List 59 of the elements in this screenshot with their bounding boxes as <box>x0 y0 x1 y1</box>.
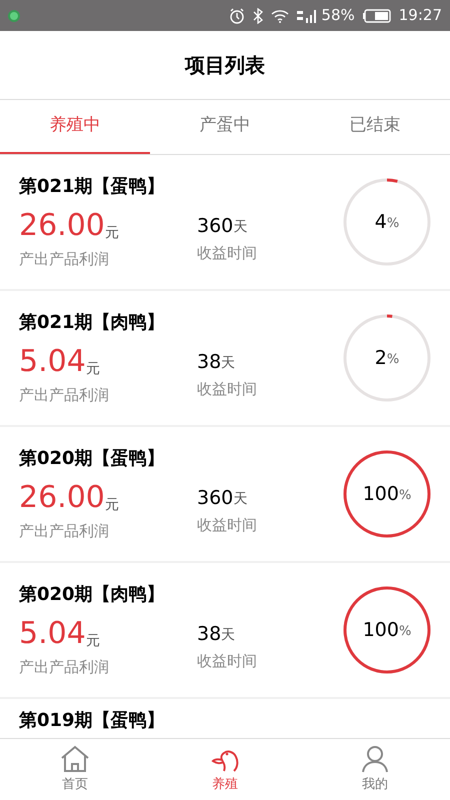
profit-label: 产出产品利润 <box>19 521 109 542</box>
unit-label: 天 <box>233 490 248 510</box>
profit-label: 产出产品利润 <box>19 385 109 406</box>
period-label: 收益时间 <box>197 515 257 536</box>
wifi-icon <box>271 8 290 22</box>
tab[interactable]: 养殖中 <box>0 100 150 154</box>
notification-icon <box>8 10 20 22</box>
battery-percent: 58% <box>321 5 355 26</box>
project-title: 第020期【肉鸭】 <box>19 583 165 608</box>
period-value: 38 <box>197 622 222 648</box>
period-value: 360 <box>197 214 234 240</box>
progress-value: 4 <box>374 210 387 235</box>
unit-label: 元 <box>86 632 100 652</box>
tab[interactable]: 产蛋中 <box>150 100 300 154</box>
progress-value: 100 <box>362 482 399 507</box>
unit-label: 天 <box>233 218 248 238</box>
progress-value: 100 <box>362 618 399 643</box>
period-label: 收益时间 <box>197 379 257 400</box>
clock: 19:27 <box>398 5 442 26</box>
project-title: 第019期【蛋鸭】 <box>19 709 165 733</box>
unit-label: 天 <box>221 626 236 646</box>
alarm-icon <box>229 8 246 24</box>
period-label: 收益时间 <box>197 651 257 672</box>
profit-value: 26.00 <box>19 479 105 518</box>
profit-value: 5.04 <box>19 615 86 654</box>
project-card[interactable]: 第021期【蛋鸭】 26.00元 产出产品利润 360天 收益时间 4% <box>0 155 450 291</box>
signal-icon <box>297 8 318 22</box>
project-title: 第020期【蛋鸭】 <box>19 447 165 472</box>
profit-label: 产出产品利润 <box>19 657 109 678</box>
percent-sign: % <box>386 215 400 234</box>
home-icon <box>60 744 90 773</box>
progress-value: 2 <box>374 346 387 371</box>
percent-sign: % <box>398 623 412 642</box>
profit-value: 5.04 <box>19 343 86 382</box>
user-icon <box>360 744 390 773</box>
page-title: 项目列表 <box>185 52 265 79</box>
unit-label: 元 <box>104 224 119 244</box>
project-card[interactable]: 第021期【肉鸭】 5.04元 产出产品利润 38天 收益时间 2% <box>0 291 450 427</box>
unit-label: 元 <box>86 360 100 380</box>
nav-tab[interactable]: 我的 <box>300 739 450 800</box>
project-title: 第021期【肉鸭】 <box>19 311 165 336</box>
unit-label: 天 <box>221 354 236 374</box>
battery-icon <box>362 8 391 22</box>
profit-value: 26.00 <box>19 207 105 246</box>
percent-sign: % <box>386 351 400 370</box>
project-title: 第021期【蛋鸭】 <box>19 175 165 200</box>
project-card[interactable]: 第020期【蛋鸭】 26.00元 产出产品利润 360天 收益时间 100% <box>0 427 450 563</box>
bluetooth-icon <box>253 8 264 24</box>
tab[interactable]: 已结束 <box>300 100 450 154</box>
profit-label: 产出产品利润 <box>19 249 109 270</box>
period-label: 收益时间 <box>197 243 257 264</box>
percent-sign: % <box>398 487 412 506</box>
period-value: 360 <box>197 486 234 512</box>
period-value: 38 <box>197 350 222 376</box>
nav-tab[interactable]: 养殖 <box>150 739 300 800</box>
project-card[interactable]: 第020期【肉鸭】 5.04元 产出产品利润 38天 收益时间 100% <box>0 563 450 699</box>
project-card[interactable]: 第019期【蛋鸭】 <box>0 699 450 738</box>
unit-label: 元 <box>104 496 119 516</box>
nav-tab[interactable]: 首页 <box>0 739 150 800</box>
